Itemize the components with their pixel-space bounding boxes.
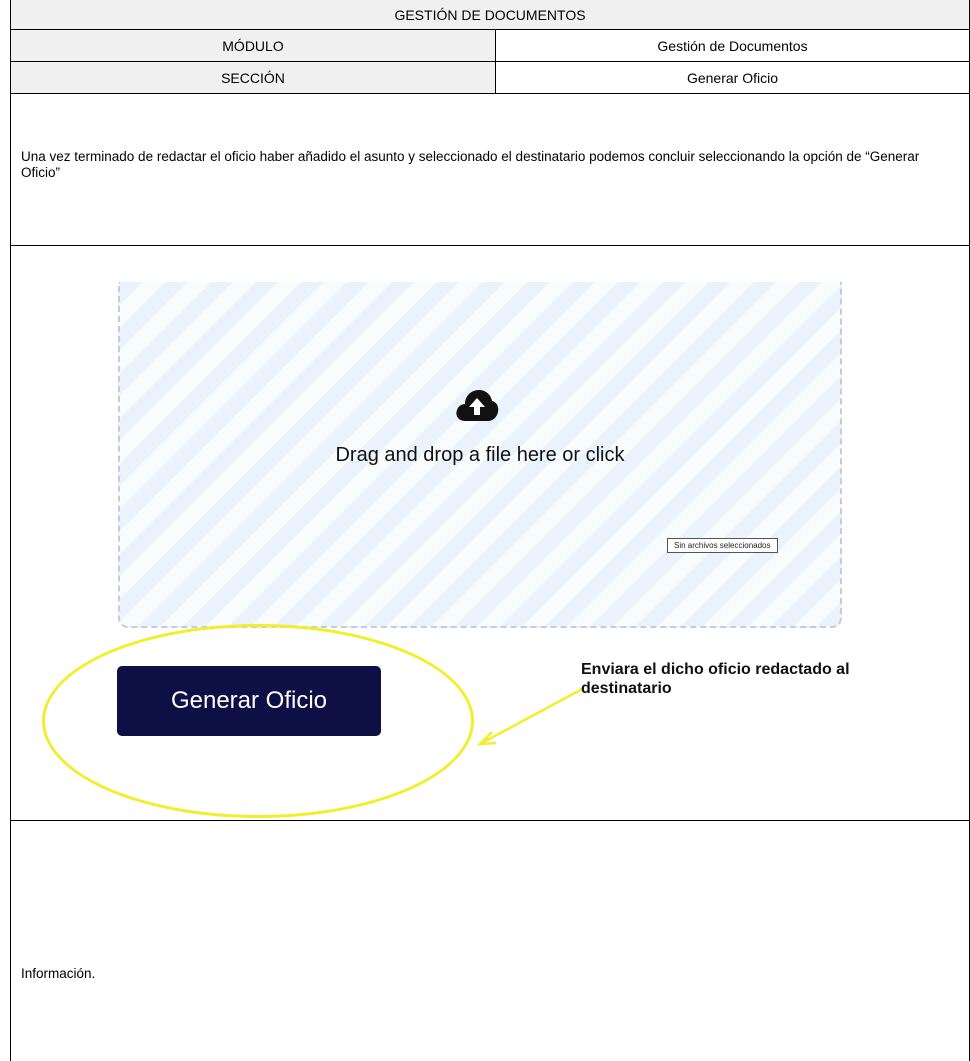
module-value: Gestión de Documentos	[496, 30, 969, 61]
document-sheet: GESTIÓN DE DOCUMENTOS MÓDULO Gestión de …	[10, 0, 970, 1061]
screenshot-cell: Drag and drop a file here or click Sin a…	[11, 246, 969, 821]
info-text: Información.	[21, 966, 96, 981]
cloud-upload-icon	[456, 390, 499, 421]
section-label: SECCIÓN	[11, 62, 496, 93]
description-text: Una vez terminado de redactar el oficio …	[21, 149, 920, 180]
module-label: MÓDULO	[11, 30, 496, 61]
section-row: SECCIÓN Generar Oficio	[11, 62, 969, 94]
dropzone-text: Drag and drop a file here or click	[335, 444, 625, 466]
callout-text: Enviara el dicho oficio redactado al des…	[581, 661, 850, 697]
document-title: GESTIÓN DE DOCUMENTOS	[11, 0, 969, 30]
no-file-indicator: Sin archivos seleccionados	[667, 538, 778, 553]
info-cell: Información.	[11, 821, 969, 1061]
description-cell: Una vez terminado de redactar el oficio …	[11, 94, 969, 246]
module-row: MÓDULO Gestión de Documentos	[11, 30, 969, 62]
generate-oficio-button[interactable]: Generar Oficio	[117, 666, 381, 736]
embedded-screenshot: Drag and drop a file here or click Sin a…	[36, 276, 916, 818]
file-dropzone[interactable]: Drag and drop a file here or click Sin a…	[118, 282, 842, 628]
section-value: Generar Oficio	[496, 62, 969, 93]
